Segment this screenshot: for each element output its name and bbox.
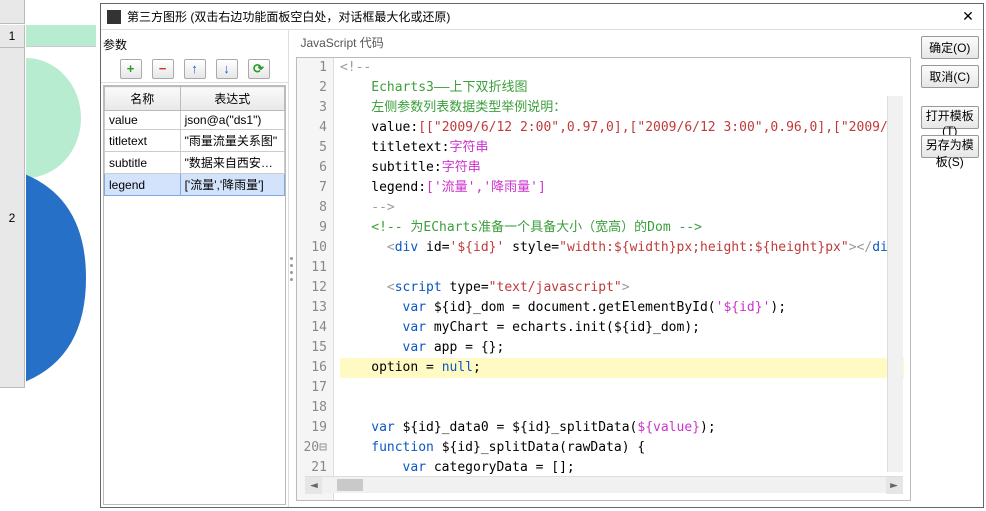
col-expr-header[interactable]: 表达式 — [180, 87, 284, 111]
cancel-button[interactable]: 取消(C) — [921, 65, 979, 88]
param-name-cell[interactable]: subtitle — [105, 152, 181, 174]
param-expr-cell[interactable]: "数据来自西安兰特水电... — [180, 152, 284, 174]
save-template-button[interactable]: 另存为模板(S) — [921, 135, 979, 158]
table-row[interactable]: titletext"雨量流量关系图" — [105, 130, 285, 152]
dialog-titlebar[interactable]: 第三方图形 (双击右边功能面板空白处，对话框最大化或还原) ✕ — [101, 4, 983, 30]
vertical-scrollbar[interactable] — [887, 96, 903, 472]
open-template-button[interactable]: 打开模板(T) — [921, 106, 979, 129]
row-header-1[interactable]: 1 — [0, 25, 25, 48]
close-icon[interactable]: ✕ — [959, 8, 977, 25]
third-party-chart-dialog: 第三方图形 (双击右边功能面板空白处，对话框最大化或还原) ✕ 参数 + − ↑… — [100, 3, 984, 508]
code-editor[interactable]: 1234567891011121314151617181920⊟21 <!-- … — [296, 57, 910, 501]
params-table[interactable]: 名称 表达式 valuejson@a("ds1")titletext"雨量流量关… — [104, 86, 285, 196]
row-header-2[interactable]: 2 — [0, 48, 25, 388]
add-button[interactable]: + — [120, 59, 142, 79]
scroll-thumb[interactable] — [337, 479, 363, 491]
scroll-right-icon[interactable]: ► — [886, 477, 903, 494]
table-row[interactable]: valuejson@a("ds1") — [105, 111, 285, 130]
move-down-button[interactable]: ↓ — [216, 59, 238, 79]
cell-a1[interactable] — [26, 25, 96, 47]
dialog-icon — [107, 10, 121, 24]
worksheet-left-strip: 1 2 — [0, 0, 96, 511]
table-row[interactable]: subtitle"数据来自西安兰特水电... — [105, 152, 285, 174]
params-toolbar: + − ↑ ↓ ⟳ — [101, 55, 288, 83]
code-content[interactable]: <!-- Echarts3——上下双折线图 左侧参数列表数据类型举例说明： va… — [334, 58, 910, 500]
refresh-button[interactable]: ⟳ — [248, 59, 270, 79]
param-expr-cell[interactable]: "雨量流量关系图" — [180, 130, 284, 152]
col-name-header[interactable]: 名称 — [105, 87, 181, 111]
partial-shield-icon — [26, 48, 96, 388]
dialog-title: 第三方图形 (双击右边功能面板空白处，对话框最大化或还原) — [127, 8, 959, 25]
param-name-cell[interactable]: value — [105, 111, 181, 130]
cell-a2-shape[interactable] — [26, 48, 96, 388]
table-row[interactable]: legend['流量','降雨量'] — [105, 174, 285, 196]
param-name-cell[interactable]: titletext — [105, 130, 181, 152]
code-header: JavaScript 代码 — [294, 30, 916, 55]
scroll-left-icon[interactable]: ◄ — [305, 477, 322, 494]
param-expr-cell[interactable]: ['流量','降雨量'] — [180, 174, 284, 196]
param-name-cell[interactable]: legend — [105, 174, 181, 196]
horizontal-scrollbar[interactable]: ◄ ► — [305, 476, 902, 493]
line-gutter: 1234567891011121314151617181920⊟21 — [297, 58, 333, 500]
params-label: 参数 — [101, 30, 129, 55]
sheet-corner — [0, 0, 25, 24]
remove-button[interactable]: − — [152, 59, 174, 79]
param-expr-cell[interactable]: json@a("ds1") — [180, 111, 284, 130]
ok-button[interactable]: 确定(O) — [921, 36, 979, 59]
move-up-button[interactable]: ↑ — [184, 59, 206, 79]
dialog-button-panel: 确定(O) 取消(C) 打开模板(T) 另存为模板(S) — [917, 30, 983, 507]
